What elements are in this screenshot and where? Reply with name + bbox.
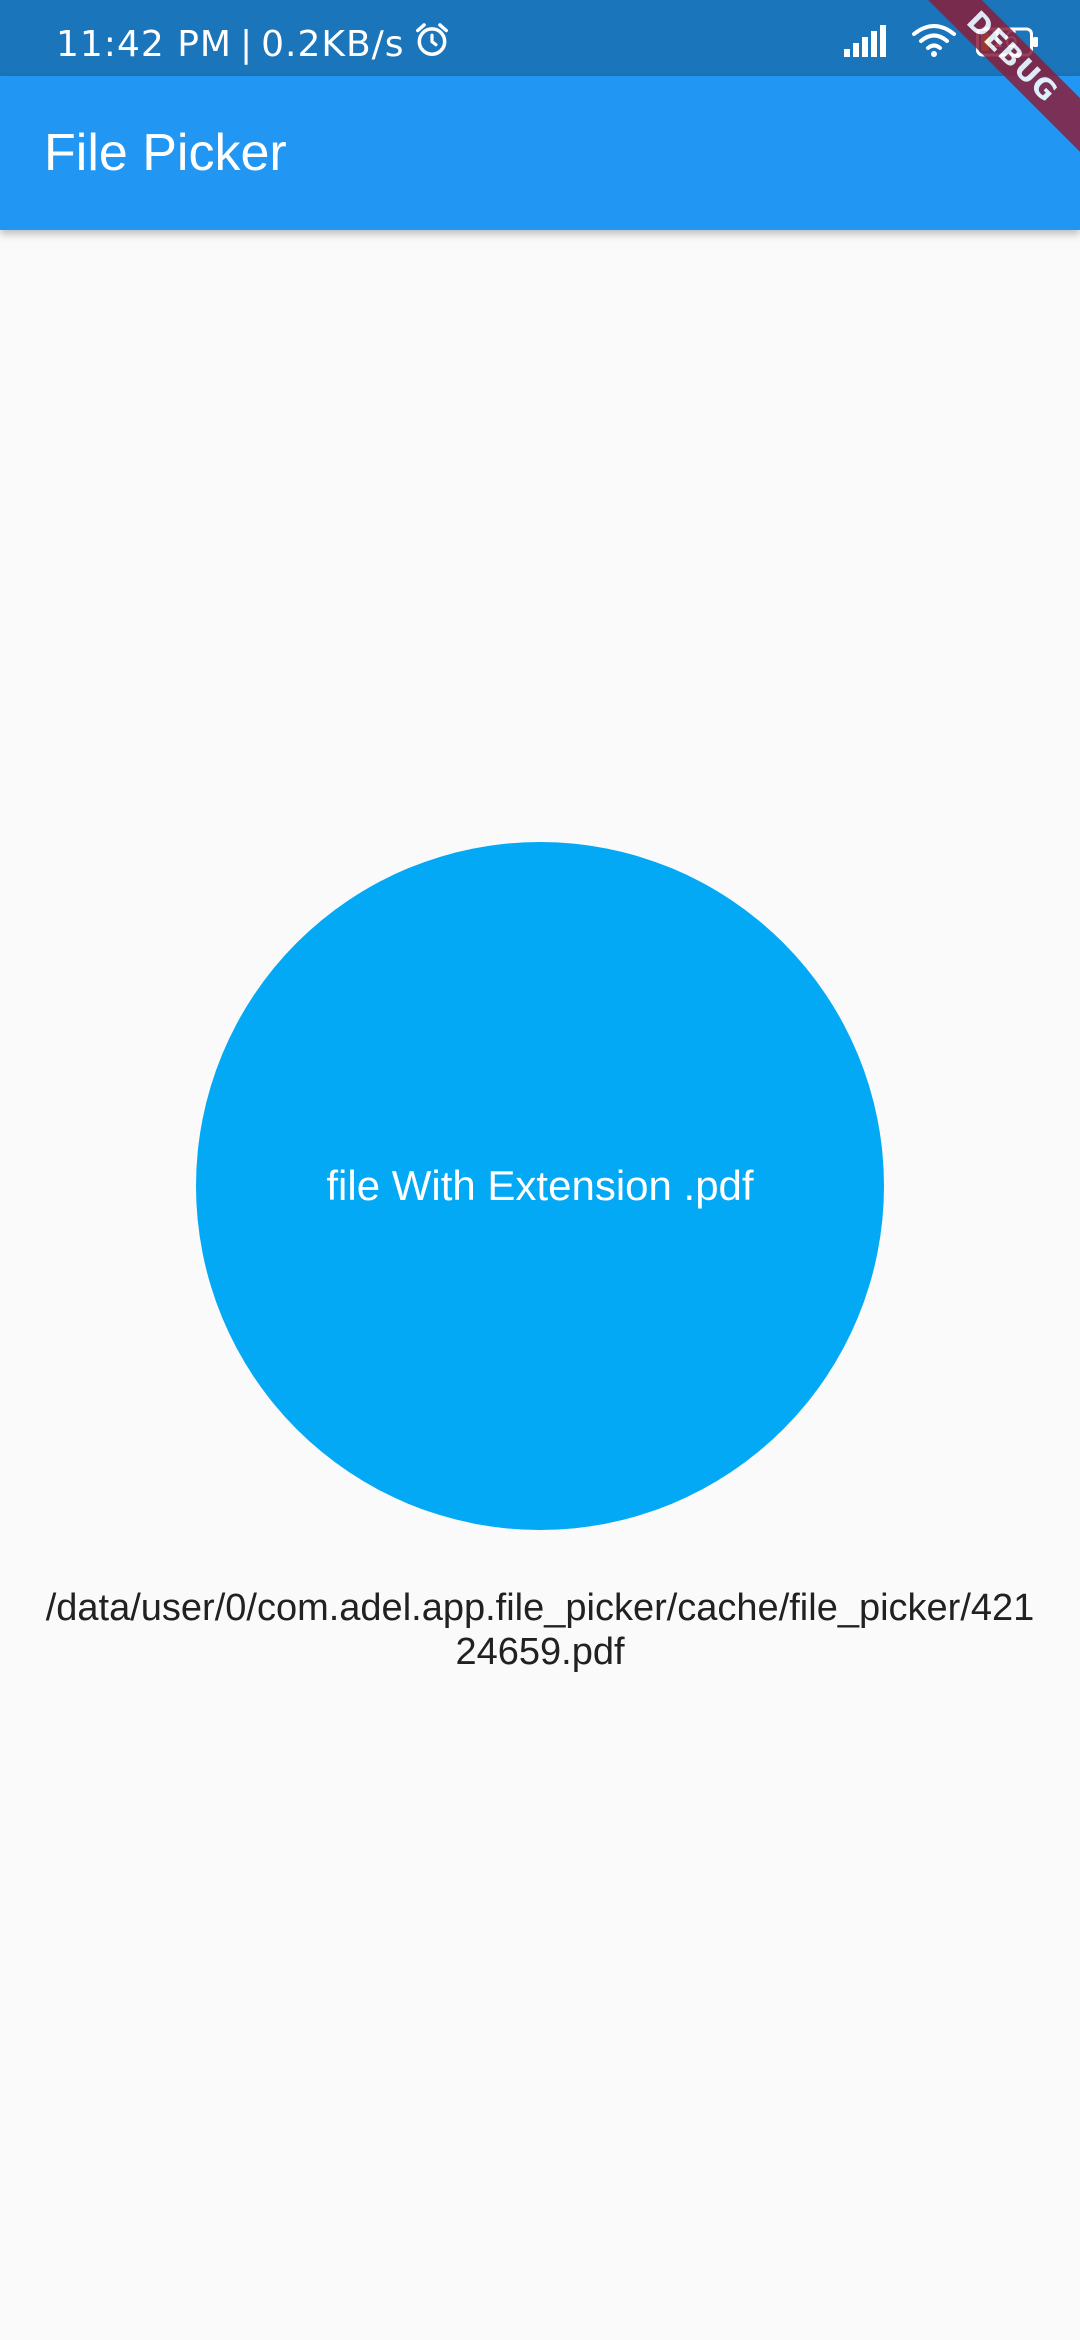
pick-file-button[interactable]: file With Extension .pdf (196, 842, 884, 1530)
main-content: file With Extension .pdf /data/user/0/co… (0, 230, 1080, 2340)
app-bar: File Picker (0, 76, 1080, 230)
pick-file-button-label: file With Extension .pdf (326, 1162, 754, 1209)
status-left: 11:42 PM | 0.2KB/s (56, 22, 451, 65)
page-title: File Picker (44, 124, 287, 182)
screen: 11:42 PM | 0.2KB/s 16 File Picker DEBUG … (0, 0, 1080, 2340)
status-separator: | (239, 23, 254, 65)
battery-icon: 16 (976, 26, 1040, 58)
signal-icon (842, 23, 892, 62)
alarm-icon (413, 21, 451, 68)
battery-level: 16 (990, 28, 1018, 53)
status-right: 16 (842, 20, 1040, 64)
status-bar: 11:42 PM | 0.2KB/s 16 (0, 0, 1080, 76)
status-time: 11:42 PM (56, 23, 232, 65)
selected-file-path: /data/user/0/com.adel.app.file_picker/ca… (45, 1587, 1035, 1673)
wifi-icon (910, 22, 958, 63)
status-net-speed: 0.2KB/s (261, 23, 405, 65)
